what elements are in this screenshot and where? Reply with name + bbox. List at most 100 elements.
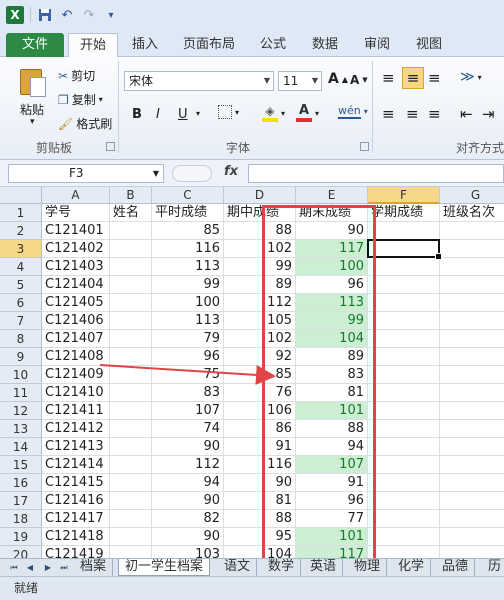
header-cell[interactable]: 姓名 [110,204,152,222]
table-cell[interactable] [368,240,440,258]
table-cell[interactable] [440,510,504,528]
row-header[interactable]: 1 [0,204,42,222]
table-cell[interactable] [110,456,152,474]
sheet-tab[interactable]: 语文 [218,559,258,576]
table-cell[interactable]: 88 [296,420,368,438]
row-header[interactable]: 17 [0,492,42,510]
tab-formulas[interactable]: 公式 [252,33,294,57]
table-cell[interactable]: 91 [224,438,296,456]
table-cell[interactable] [110,528,152,546]
align-bottom-button[interactable]: ≡ [428,69,441,87]
table-cell[interactable] [110,474,152,492]
table-cell[interactable] [440,330,504,348]
chevron-down-icon[interactable]: ▾ [196,109,200,118]
border-button[interactable]: ▾ [218,105,239,119]
tab-page-layout[interactable]: 页面布局 [176,33,242,57]
table-cell[interactable] [110,402,152,420]
table-cell[interactable] [110,510,152,528]
column-header-b[interactable]: B [110,187,152,204]
table-cell[interactable]: 112 [224,294,296,312]
table-cell[interactable] [368,258,440,276]
table-cell[interactable] [110,312,152,330]
font-size-select[interactable]: 11 ▼ [278,71,322,91]
table-cell[interactable] [110,294,152,312]
table-cell[interactable]: C121415 [42,474,110,492]
table-cell[interactable]: 116 [224,456,296,474]
table-cell[interactable]: C121416 [42,492,110,510]
table-cell[interactable]: C121414 [42,456,110,474]
table-cell[interactable] [110,258,152,276]
tab-view[interactable]: 视图 [408,33,450,57]
table-cell[interactable]: 83 [152,384,224,402]
font-name-select[interactable]: 宋体 ▼ [124,71,274,91]
phonetic-button[interactable]: wén ▾ [338,104,368,119]
align-left-button[interactable]: ≡ [382,105,395,123]
row-header[interactable]: 10 [0,366,42,384]
table-cell[interactable] [110,366,152,384]
table-cell[interactable] [440,384,504,402]
table-cell[interactable] [440,240,504,258]
table-cell[interactable]: 102 [224,330,296,348]
table-cell[interactable] [440,528,504,546]
align-middle-button[interactable]: ≡ [402,67,424,89]
formula-input[interactable] [248,164,504,183]
table-cell[interactable]: C121409 [42,366,110,384]
table-cell[interactable]: 100 [152,294,224,312]
table-cell[interactable] [368,420,440,438]
row-header[interactable]: 9 [0,348,42,366]
table-cell[interactable]: C121401 [42,222,110,240]
column-header-d[interactable]: D [224,187,296,204]
table-cell[interactable]: 117 [296,240,368,258]
table-cell[interactable]: 89 [296,348,368,366]
table-cell[interactable]: 77 [296,510,368,528]
table-cell[interactable]: 96 [296,276,368,294]
shrink-font-button[interactable]: A ▼ [350,73,368,87]
table-cell[interactable]: 91 [296,474,368,492]
table-cell[interactable]: 90 [152,492,224,510]
table-cell[interactable]: 81 [296,384,368,402]
table-cell[interactable]: 94 [296,438,368,456]
table-cell[interactable]: 106 [224,402,296,420]
table-cell[interactable]: 88 [224,510,296,528]
tab-home[interactable]: 开始 [68,33,118,58]
table-cell[interactable] [368,492,440,510]
table-cell[interactable]: 100 [296,258,368,276]
table-cell[interactable]: 90 [224,474,296,492]
table-cell[interactable]: C121419 [42,546,110,558]
table-cell[interactable] [440,294,504,312]
table-cell[interactable] [110,492,152,510]
row-header[interactable]: 5 [0,276,42,294]
header-cell[interactable]: 学号 [42,204,110,222]
align-center-button[interactable]: ≡ [406,105,419,123]
sheet-tab[interactable]: 初一学生档案 [118,559,211,576]
table-cell[interactable]: 103 [152,546,224,558]
align-right-button[interactable]: ≡ [428,105,441,123]
table-cell[interactable] [110,222,152,240]
table-cell[interactable]: 112 [152,456,224,474]
table-cell[interactable]: 82 [152,510,224,528]
table-cell[interactable]: 99 [224,258,296,276]
table-cell[interactable] [440,474,504,492]
table-cell[interactable] [368,510,440,528]
table-cell[interactable]: 101 [296,528,368,546]
table-cell[interactable] [440,222,504,240]
table-cell[interactable]: 113 [296,294,368,312]
table-cell[interactable] [368,474,440,492]
table-cell[interactable] [440,420,504,438]
table-cell[interactable] [368,366,440,384]
table-cell[interactable] [440,546,504,558]
table-cell[interactable]: C121411 [42,402,110,420]
table-cell[interactable]: C121418 [42,528,110,546]
table-cell[interactable]: C121412 [42,420,110,438]
table-cell[interactable]: C121402 [42,240,110,258]
row-header[interactable]: 19 [0,528,42,546]
table-cell[interactable] [440,348,504,366]
table-cell[interactable]: 88 [224,222,296,240]
spreadsheet-grid[interactable]: A B C D E F G 1 学号 姓名 平时成绩 期中成绩 期末成绩 学期成绩 班级名次 2 C121401… [0,187,504,558]
table-cell[interactable] [368,348,440,366]
table-cell[interactable] [368,402,440,420]
table-cell[interactable]: 86 [224,420,296,438]
fill-color-button[interactable]: ◈ ▾ [262,104,285,122]
table-cell[interactable]: 101 [296,402,368,420]
customize-toolbar-icon[interactable]: ▾ [103,7,119,23]
